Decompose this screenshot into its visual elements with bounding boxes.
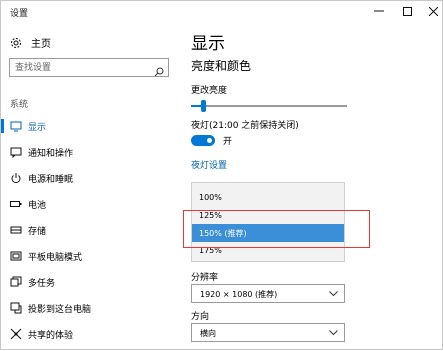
sidebar-item-shared-experiences[interactable]: 共享的体验	[1, 322, 177, 346]
toggle-knob	[207, 138, 212, 143]
home-link[interactable]: 主页	[9, 35, 51, 50]
night-light-settings-link[interactable]: 夜灯设置	[191, 158, 227, 171]
storage-icon	[9, 223, 22, 236]
sidebar-item-label: 投影到这台电脑	[28, 305, 92, 315]
night-light-label: 夜灯(21:00 之前保持关闭)	[191, 121, 299, 131]
sidebar-item-label: 存储	[28, 227, 47, 237]
slider-thumb[interactable]	[201, 100, 206, 112]
sidebar-item-notifications[interactable]: 通知和操作	[1, 140, 177, 164]
sidebar-item-project[interactable]: 投影到这台电脑	[1, 296, 177, 320]
sidebar: 主页 系统 显示 通知和操作 电源和睡眠	[1, 23, 177, 351]
search-icon[interactable]	[154, 62, 164, 81]
sidebar-item-tablet-mode[interactable]: 平板电脑模式	[1, 244, 177, 268]
brightness-slider[interactable]	[191, 100, 347, 112]
orientation-select[interactable]: 横向	[191, 323, 345, 342]
resolution-value: 1920 × 1080 (推荐)	[200, 290, 278, 299]
monitor-icon	[9, 119, 22, 132]
search-input[interactable]	[15, 60, 147, 75]
sidebar-item-label: 显示	[28, 123, 47, 133]
resolution-select[interactable]: 1920 × 1080 (推荐)	[191, 284, 345, 303]
sidebar-item-power[interactable]: 电源和睡眠	[1, 166, 177, 190]
notification-icon	[9, 145, 22, 158]
night-light-toggle[interactable]	[191, 135, 215, 146]
page-title: 显示	[191, 34, 225, 54]
share-icon	[9, 327, 22, 340]
power-icon	[9, 171, 22, 184]
title-bar: 设置	[1, 1, 442, 23]
annotation-highlight-box	[183, 210, 370, 248]
multitask-icon	[9, 275, 22, 288]
sidebar-item-label: 电源和睡眠	[28, 175, 74, 185]
close-button[interactable]	[417, 1, 443, 21]
scale-option-100[interactable]: 100%	[192, 189, 344, 207]
minimize-icon	[374, 10, 384, 12]
sidebar-item-storage[interactable]: 存储	[1, 218, 177, 242]
settings-window: 设置 主页 系统 显示	[0, 0, 443, 350]
active-indicator	[1, 119, 4, 133]
sidebar-item-label: 共享的体验	[28, 331, 74, 341]
window-title: 设置	[10, 9, 29, 19]
sidebar-item-label: 平板电脑模式	[28, 253, 83, 263]
maximize-icon	[402, 6, 412, 16]
slider-track	[191, 105, 347, 107]
option-label: 100%	[199, 193, 222, 202]
project-icon	[9, 301, 22, 314]
chevron-down-icon	[329, 329, 338, 338]
section-title: 亮度和颜色	[191, 59, 252, 73]
search-box[interactable]	[9, 58, 169, 77]
chevron-down-icon	[329, 290, 338, 299]
home-label: 主页	[31, 39, 51, 50]
sidebar-item-display[interactable]: 显示	[1, 114, 177, 138]
orientation-value: 横向	[200, 329, 216, 338]
main-content: 显示 亮度和颜色 更改亮度 夜灯(21:00 之前保持关闭) 开 夜灯设置 10…	[183, 23, 441, 351]
section-label: 系统	[10, 100, 29, 110]
sidebar-item-battery[interactable]: 电池	[1, 192, 177, 216]
tablet-icon	[9, 249, 22, 262]
sidebar-item-label: 多任务	[28, 279, 56, 289]
gear-icon	[9, 36, 23, 50]
close-icon	[428, 6, 438, 16]
sidebar-item-multitasking[interactable]: 多任务	[1, 270, 177, 294]
sidebar-item-label: 电池	[28, 201, 47, 211]
brightness-label: 更改亮度	[191, 86, 228, 96]
orientation-label: 方向	[191, 312, 210, 322]
sidebar-item-label: 通知和操作	[28, 149, 74, 159]
resolution-label: 分辨率	[191, 273, 219, 283]
toggle-state-label: 开	[223, 137, 233, 147]
battery-icon	[9, 197, 22, 210]
